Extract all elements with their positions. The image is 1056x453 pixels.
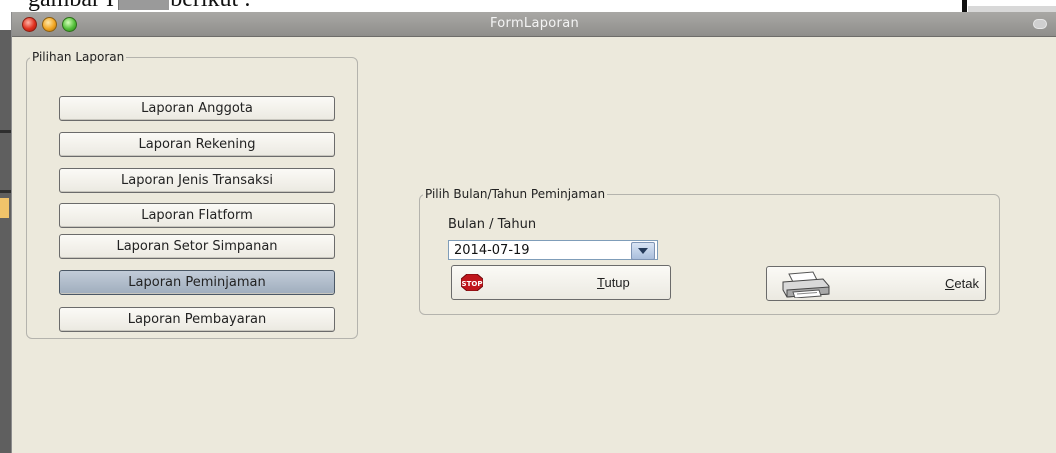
close-button-label: Tutup <box>597 275 630 290</box>
toolbar-toggle-button[interactable] <box>1033 19 1047 29</box>
report-deposit-button[interactable]: Laporan Setor Simpanan <box>59 234 335 259</box>
printer-icon <box>782 271 830 298</box>
svg-text:STOP: STOP <box>462 280 483 288</box>
date-value[interactable]: 2014-07-19 <box>454 243 530 258</box>
close-button[interactable]: STOP Tutup <box>451 265 671 300</box>
month-year-label: Bulan / Tahun <box>448 217 537 232</box>
report-platform-button[interactable]: Laporan Flatform <box>59 203 335 228</box>
background-sidebar-tick <box>0 190 11 193</box>
background-sidebar <box>0 30 11 453</box>
report-options-group: Pilihan Laporan <box>26 50 358 339</box>
background-cursor-mark <box>962 0 967 12</box>
chevron-down-icon <box>638 248 648 254</box>
date-picker[interactable]: 2014-07-19 <box>448 240 658 260</box>
report-loan-button[interactable]: Laporan Peminjaman <box>59 270 335 295</box>
background-toolbar-fragment <box>118 0 169 10</box>
report-payment-button[interactable]: Laporan Pembayaran <box>59 307 335 332</box>
report-options-legend: Pilihan Laporan <box>32 50 125 64</box>
report-accounts-button[interactable]: Laporan Rekening <box>59 132 335 157</box>
report-members-button[interactable]: Laporan Anggota <box>59 96 335 121</box>
window-title: FormLaporan <box>489 16 579 31</box>
loan-period-legend: Pilih Bulan/Tahun Peminjaman <box>425 187 606 201</box>
report-transaction-types-button[interactable]: Laporan Jenis Transaksi <box>59 168 335 193</box>
print-button[interactable]: Cetak <box>766 266 986 301</box>
background-sidebar-tick <box>0 130 11 133</box>
date-dropdown-button[interactable] <box>631 242 655 260</box>
background-folder-icon <box>0 198 9 218</box>
print-button-label: Cetak <box>945 276 979 291</box>
stop-icon: STOP <box>461 274 483 291</box>
title-bar[interactable]: FormLaporan <box>12 12 1056 37</box>
